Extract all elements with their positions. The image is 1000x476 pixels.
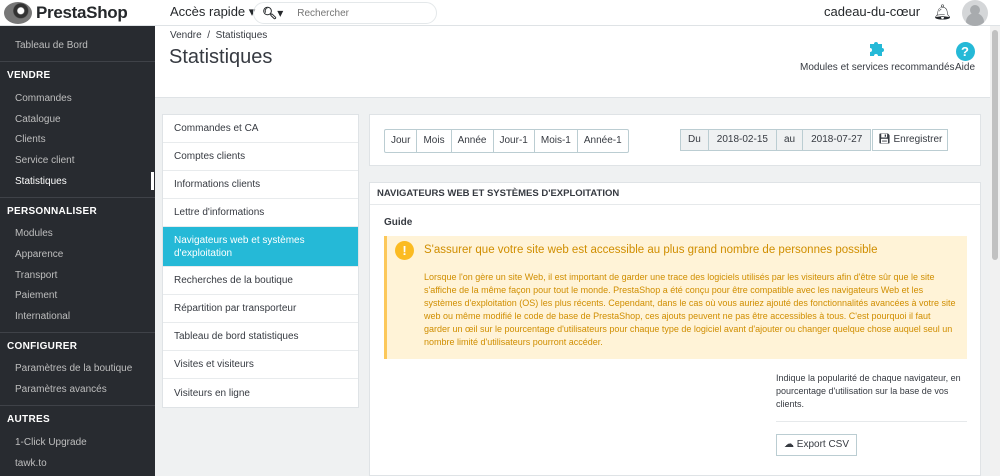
save-button[interactable]: 💾︎ Enregistrer [872, 129, 949, 151]
sidebar-item-transport[interactable]: Transport [15, 270, 57, 281]
modules-button[interactable]: Modules et services recommandés [800, 38, 955, 73]
cloud-download-icon: ☁︎ [784, 439, 794, 450]
sidebar-item-dashboard[interactable]: Tableau de Bord [15, 40, 88, 51]
date-to-label: au [777, 130, 804, 150]
stats-menu-item[interactable]: Informations clients [163, 171, 358, 199]
page-header: Vendre / Statistiques Statistiques Modul… [155, 26, 1000, 98]
sidebar-item-upgrade[interactable]: 1-Click Upgrade [15, 437, 87, 448]
stats-menu-item-active[interactable]: Navigateurs web et systèmes d'exploitati… [163, 227, 358, 267]
page-scrollbar[interactable] [990, 26, 1000, 476]
sidebar-section-vendre: VENDRE [7, 70, 51, 81]
breadcrumb-current: Statistiques [215, 30, 268, 41]
sidebar-item-paiement[interactable]: Paiement [15, 290, 57, 301]
stats-menu-item[interactable]: Répartition par transporteur [163, 295, 358, 323]
stats-menu-item[interactable]: Comptes clients [163, 143, 358, 171]
date-range-bar: Jour Mois Année Jour-1 Mois-1 Année-1 Du… [369, 114, 981, 166]
stats-menu-item[interactable]: Commandes et CA [163, 115, 358, 143]
search-bar[interactable]: 🔍︎▾ [253, 2, 437, 24]
save-icon: 💾︎ [878, 134, 891, 145]
alert-text: Lorsque l'on gère un site Web, il est im… [424, 272, 956, 347]
date-from-group: Du 2018-02-15 [680, 129, 777, 151]
sidebar-item-service-client[interactable]: Service client [15, 155, 74, 166]
stats-menu-item[interactable]: Tableau de bord statistiques [163, 323, 358, 351]
page-title: Statistiques [169, 46, 273, 68]
logo[interactable]: PrestaShop [4, 2, 128, 24]
puzzle-icon [800, 38, 955, 62]
sidebar-divider [0, 405, 155, 406]
sidebar-divider [0, 332, 155, 333]
stats-menu-item[interactable]: Recherches de la boutique [163, 267, 358, 295]
sidebar-item-catalogue[interactable]: Catalogue [15, 114, 61, 125]
panel-heading: NAVIGATEURS WEB ET SYSTÈMES D'EXPLOITATI… [370, 183, 980, 205]
sidebar-item-commandes[interactable]: Commandes [15, 93, 72, 104]
sidebar-item-parametres-avances[interactable]: Paramètres avancés [15, 384, 107, 395]
sidebar-item-tawk[interactable]: tawk.to [15, 458, 47, 469]
logo-text: PrestaShop [36, 3, 128, 22]
divider [776, 421, 967, 422]
sidebar-item-clients[interactable]: Clients [15, 134, 46, 145]
export-csv-label: Export CSV [796, 439, 850, 450]
prestashop-logo-icon [4, 2, 32, 24]
sidebar-item-statistiques[interactable]: Statistiques [15, 176, 67, 187]
modules-label: Modules et services recommandés [800, 62, 955, 73]
sidebar-divider [0, 61, 155, 62]
stats-menu-item[interactable]: Visites et visiteurs [163, 351, 358, 379]
sidebar-section-autres: AUTRES [7, 414, 50, 425]
help-icon: ? [955, 38, 975, 62]
sidebar-item-apparence[interactable]: Apparence [15, 249, 63, 260]
top-bar: PrestaShop Accès rapide ▾ 🔍︎▾ cadeau-du-… [0, 0, 1000, 26]
sidebar-divider [0, 197, 155, 198]
sidebar-section-personnaliser: PERSONNALISER [7, 206, 98, 217]
sidebar-item-modules[interactable]: Modules [15, 228, 53, 239]
sidebar-item-parametres-boutique[interactable]: Paramètres de la boutique [15, 363, 132, 374]
warning-icon: ! [395, 241, 414, 260]
period-prev-day-button[interactable]: Jour-1 [494, 130, 535, 152]
stats-menu-item[interactable]: Lettre d'informations [163, 199, 358, 227]
stats-menu-item[interactable]: Visiteurs en ligne [163, 379, 358, 407]
date-from-label: Du [681, 130, 709, 150]
breadcrumb-separator: / [207, 30, 211, 41]
help-button[interactable]: ? Aide [955, 38, 975, 73]
shop-link[interactable]: cadeau-du-cœur [824, 4, 920, 19]
quick-access-dropdown[interactable]: Accès rapide ▾ [170, 4, 255, 20]
save-label: Enregistrer [893, 134, 943, 145]
stats-panel: NAVIGATEURS WEB ET SYSTÈMES D'EXPLOITATI… [369, 182, 981, 476]
period-prev-month-button[interactable]: Mois-1 [535, 130, 578, 152]
active-marker [151, 172, 154, 190]
search-input[interactable] [297, 7, 428, 19]
period-year-button[interactable]: Année [452, 130, 494, 152]
stats-menu: Commandes et CA Comptes clients Informat… [162, 114, 359, 408]
export-csv-button[interactable]: ☁︎ Export CSV [776, 434, 858, 456]
sidebar-item-international[interactable]: International [15, 311, 70, 322]
date-from-input[interactable]: 2018-02-15 [708, 130, 776, 150]
search-icon[interactable]: 🔍︎▾ [262, 6, 283, 20]
scroll-thumb[interactable] [992, 30, 998, 260]
warning-alert: ! S'assurer que votre site web est acces… [384, 236, 967, 359]
avatar[interactable] [962, 0, 988, 26]
period-month-button[interactable]: Mois [417, 130, 452, 152]
sidebar: Tableau de Bord VENDRE Commandes Catalog… [0, 26, 155, 476]
description-text: Indique la popularité de chaque navigate… [776, 373, 961, 409]
period-button-group: Jour Mois Année Jour-1 Mois-1 Année-1 [384, 129, 629, 153]
sidebar-section-configurer: CONFIGURER [7, 341, 78, 352]
breadcrumb-parent[interactable]: Vendre [170, 30, 202, 41]
period-prev-year-button[interactable]: Année-1 [578, 130, 628, 152]
notifications-bell-icon[interactable]: 🔔︎ [933, 3, 952, 21]
date-to-input[interactable]: 2018-07-27 [803, 130, 871, 150]
help-label: Aide [955, 62, 976, 73]
date-to-group: au 2018-07-27 [776, 129, 872, 151]
breadcrumb: Vendre / Statistiques [170, 30, 267, 41]
alert-title: S'assurer que votre site web est accessi… [424, 244, 878, 256]
period-day-button[interactable]: Jour [385, 130, 418, 152]
guide-heading: Guide [384, 217, 413, 228]
